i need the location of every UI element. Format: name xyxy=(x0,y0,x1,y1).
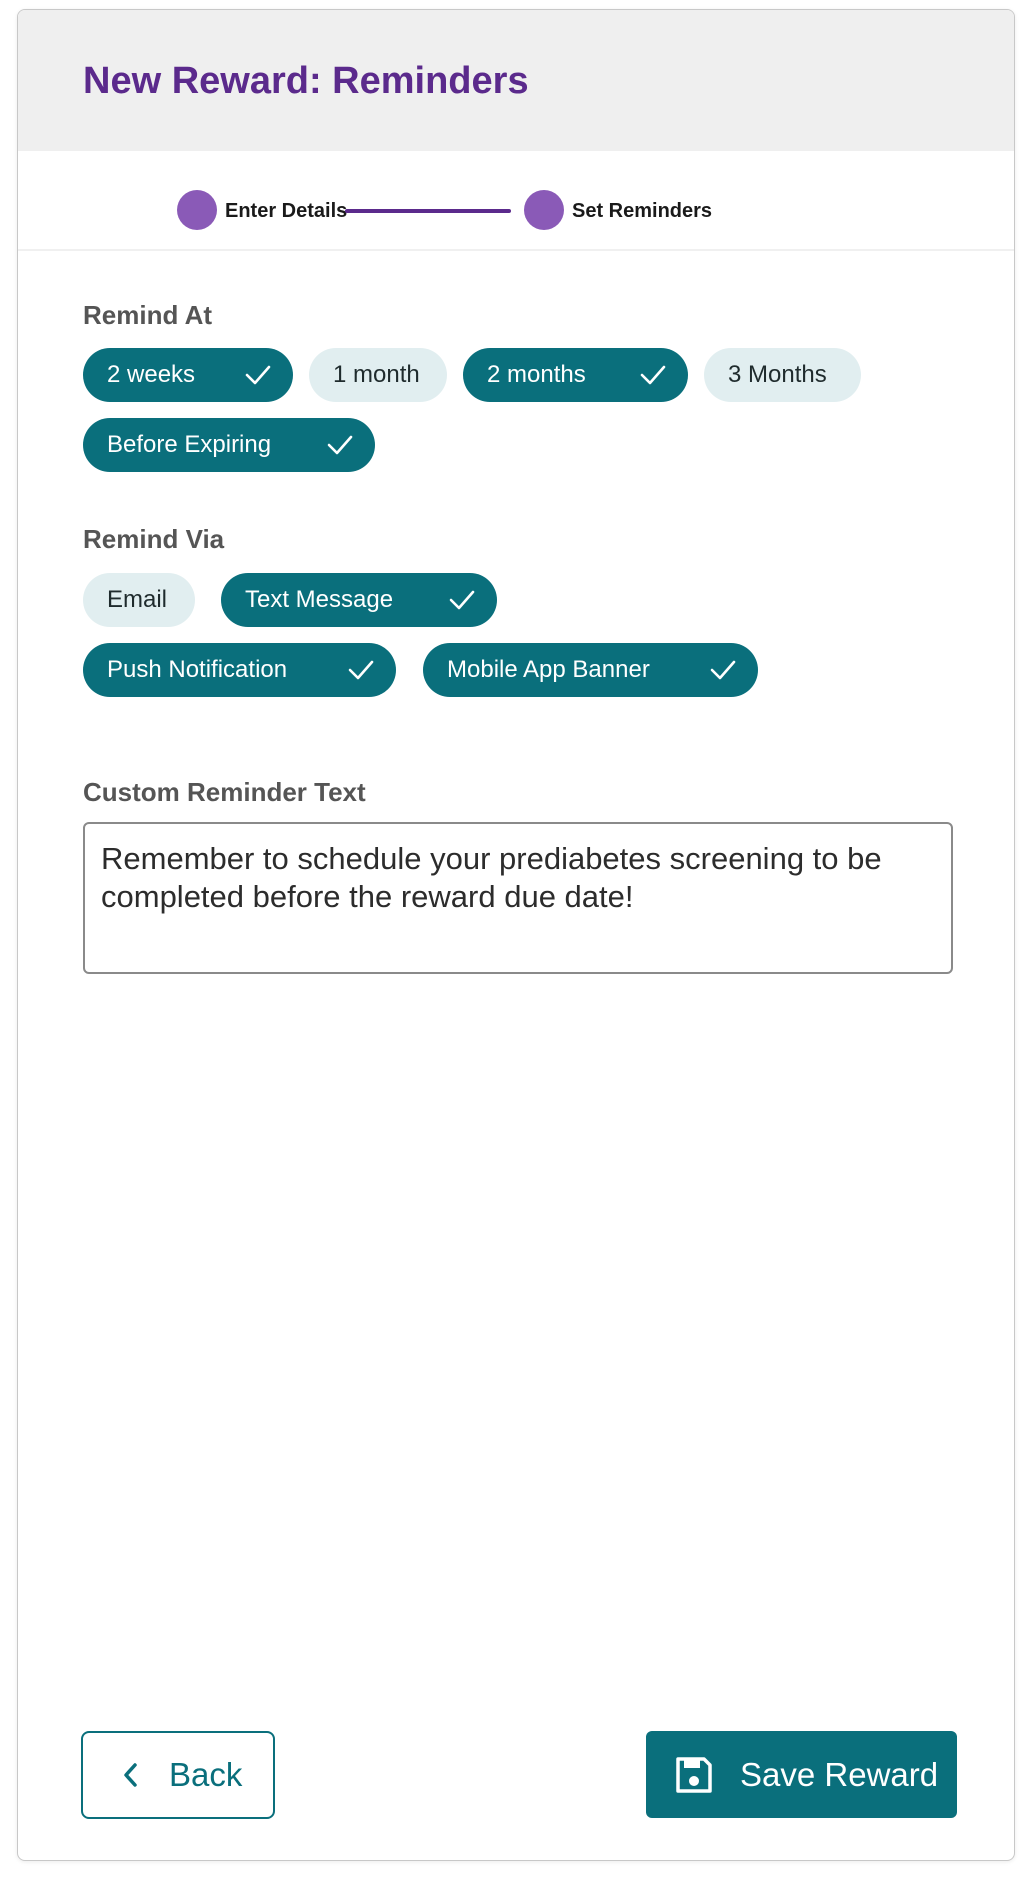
chip-2-months[interactable]: 2 months xyxy=(463,348,688,402)
chip-push-notification[interactable]: Push Notification xyxy=(83,643,396,697)
save-icon xyxy=(676,1756,712,1793)
page-title: New Reward: Reminders xyxy=(83,60,529,102)
chip-label: 1 month xyxy=(333,361,420,388)
chip-label: Email xyxy=(107,586,168,613)
save-reward-label: Save Reward xyxy=(740,1755,939,1793)
checkmark-icon xyxy=(449,590,475,610)
chip-label: Text Message xyxy=(245,586,394,613)
chip-label: 2 weeks xyxy=(107,361,196,388)
chip-label: Before Expiring xyxy=(107,431,272,458)
custom-reminder-textarea[interactable]: Remember to schedule your prediabetes sc… xyxy=(83,822,953,974)
chip-label: 3 Months xyxy=(728,361,827,388)
chip-email[interactable]: Email xyxy=(83,573,195,627)
remind-at-label: Remind At xyxy=(83,300,213,330)
chip-mobile-app-banner[interactable]: Mobile App Banner xyxy=(423,643,758,697)
back-button[interactable]: Back xyxy=(81,1731,275,1819)
custom-reminder-text-label: Custom Reminder Text xyxy=(83,777,366,807)
step-enter-details-dot xyxy=(177,190,217,230)
chip-label: 2 months xyxy=(487,361,586,388)
back-button-label: Back xyxy=(169,1756,243,1793)
chip-label: Push Notification xyxy=(107,656,288,683)
new-reward-card: New Reward: Reminders Enter Details Set … xyxy=(17,9,1015,1861)
checkmark-icon xyxy=(710,660,736,680)
save-reward-button[interactable]: Save Reward xyxy=(646,1731,957,1818)
checkmark-icon xyxy=(640,365,666,385)
step-connector xyxy=(345,209,511,213)
step-enter-details-label: Enter Details xyxy=(225,200,348,222)
checkmark-icon xyxy=(348,660,374,680)
chip-text-message[interactable]: Text Message xyxy=(221,573,497,627)
step-set-reminders-label: Set Reminders xyxy=(572,200,713,222)
page-header: New Reward: Reminders xyxy=(18,10,1014,151)
chip-2-weeks[interactable]: 2 weeks xyxy=(83,348,293,402)
chip-3-months[interactable]: 3 Months xyxy=(704,348,861,402)
chevron-left-icon xyxy=(124,1763,137,1787)
checkmark-icon xyxy=(327,435,353,455)
chip-label: Mobile App Banner xyxy=(447,656,650,683)
checkmark-icon xyxy=(245,365,271,385)
progress-stepper: Enter Details Set Reminders xyxy=(18,151,1014,251)
chip-1-month[interactable]: 1 month xyxy=(309,348,447,402)
step-set-reminders-dot xyxy=(524,190,564,230)
chip-before-expiring[interactable]: Before Expiring xyxy=(83,418,375,472)
remind-via-label: Remind Via xyxy=(83,524,225,554)
